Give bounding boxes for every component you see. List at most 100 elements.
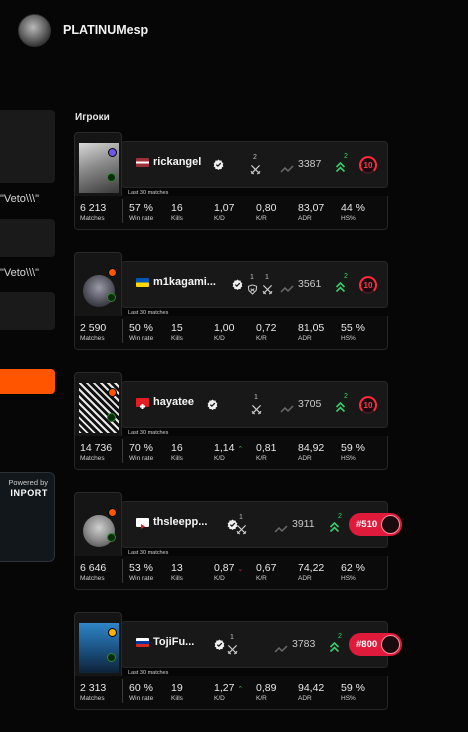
stat-kills: 15 Kills [171,322,183,342]
elo-value: 3561 [298,278,322,290]
stat-hs-value: 55 % [341,322,365,334]
stat-matches-value: 2 313 [80,682,107,694]
powered-by-box[interactable]: Powered by INPORT [0,472,55,562]
player-avatar[interactable] [74,252,122,319]
party-sword-icon [236,522,247,535]
stat-kills-value: 16 [171,202,183,214]
stat-kills-label: Kills [171,335,183,342]
stat-win-rate: 70 % Win rate [129,442,153,462]
stat-hs: 62 % HS% [341,562,365,582]
stat-kd-label: K/D [214,335,225,342]
stats-bar: 14 736 Matches 70 % Win rate 16 Kills 1,14 ⌃ K/… [74,436,388,470]
elo-trend-icon [280,401,294,413]
player-card[interactable]: hayatee 1 3705 2 10 Last 30 matches 14 736 Matc… [74,372,388,470]
stat-hs: 59 % HS% [341,442,365,462]
action-button[interactable] [0,369,55,394]
stats-bar: 2 313 Matches 60 % Win rate 19 Kills 1,27 ⌃ K/D… [74,676,388,710]
party-count: 1 [254,394,258,401]
stat-win-rate: 60 % Win rate [129,682,153,702]
elo-gain-count: 2 [344,393,348,400]
stat-kd-label: K/D [214,695,225,702]
country-flag-icon [136,158,149,167]
player-header[interactable]: rickangel 2 3387 2 10 [121,141,388,188]
stat-kills: 16 Kills [171,442,183,462]
user-avatar[interactable] [18,14,51,47]
stat-win-rate: 53 % Win rate [129,562,153,582]
player-name[interactable]: rickangel [153,156,201,168]
stat-adr-label: ADR [298,575,312,582]
stat-win-rate: 50 % Win rate [129,322,153,342]
trend-up-icon: ⌃ [237,686,244,693]
elo-value: 3705 [298,398,322,410]
stat-kr: 0,81 K/R [256,442,276,462]
player-card[interactable]: TojiFu... 1 3783 2 #800 Last 30 matches 2 313 M… [74,612,402,710]
stat-matches-label: Matches [80,335,105,342]
player-header[interactable]: m1kagami... 1 1 3561 2 10 [121,261,388,308]
player-name[interactable]: thsleepp... [153,516,207,528]
username[interactable]: PLATINUMesp [63,23,148,37]
stat-kr-value: 0,67 [256,562,277,574]
stat-kr: 0,89 K/R [256,682,276,702]
party-sword-icon [227,642,238,655]
player-avatar[interactable] [74,132,122,199]
stat-kd-label: K/D [214,455,225,462]
rank-badge[interactable]: #800 [349,633,402,656]
rank-badge[interactable]: #510 [349,513,402,536]
verified-icon [214,637,225,650]
stat-win-rate-value: 60 % [129,682,153,694]
stat-hs-label: HS% [341,455,356,462]
player-avatar[interactable] [74,612,122,679]
elo-gain-count: 2 [344,273,348,280]
stats-bar: 2 590 Matches 50 % Win rate 15 Kills 1,00 K/D 0,… [74,316,388,350]
player-header[interactable]: thsleepp... 1 3911 2 #510 [121,501,402,548]
stat-kills: 16 Kills [171,202,183,222]
top-bar: PLATINUMesp [0,0,468,60]
elo-gain-count: 2 [338,633,342,640]
party-count: 1 [230,634,234,641]
party-count-2: 1 [265,274,269,281]
player-card[interactable]: thsleepp... 1 3911 2 #510 Last 30 matches 6 64… [74,492,402,590]
stat-adr-label: ADR [298,335,312,342]
stat-adr-value: 83,07 [298,202,325,214]
player-header[interactable]: TojiFu... 1 3783 2 #800 [121,621,402,668]
stat-kills-value: 19 [171,682,183,694]
veto-label-1: "Veto\\\" [0,193,39,205]
stat-hs: 59 % HS% [341,682,365,702]
country-flag-icon [136,278,149,287]
stat-win-rate-label: Win rate [129,335,154,342]
player-card[interactable]: rickangel 2 3387 2 10 Last 30 matches 6 213 Mat… [74,132,388,230]
stats-divider [122,679,123,703]
player-name[interactable]: hayatee [153,396,194,408]
player-card[interactable]: m1kagami... 1 1 3561 2 10 Last 30 matches 2 590… [74,252,388,350]
stat-matches-value: 14 736 [80,442,113,454]
stat-kd: 1,27 ⌃ K/D [214,682,243,702]
player-avatar[interactable] [74,372,122,439]
stat-win-rate-value: 50 % [129,322,153,334]
stat-kd-label: K/D [214,215,225,222]
stat-matches: 14 736 Matches [80,442,112,462]
player-header[interactable]: hayatee 1 3705 2 10 [121,381,388,428]
stat-hs: 44 % HS% [341,202,365,222]
stat-kills-label: Kills [171,695,183,702]
elo-gain-arrow-icon [329,520,340,533]
stat-kr-value: 0,72 [256,322,277,334]
veto-panel-2 [0,219,55,257]
stat-kr-label: K/R [256,215,267,222]
player-avatar[interactable] [74,492,122,559]
elo-gain-arrow-icon [335,160,346,173]
stat-win-rate-label: Win rate [129,215,154,222]
stat-adr-label: ADR [298,695,312,702]
player-name[interactable]: TojiFu... [153,636,194,648]
stat-kd-value: 0,87 ⌄ [214,562,244,574]
stat-adr-value: 74,22 [298,562,325,574]
stat-hs-value: 59 % [341,442,365,454]
shield-icon [107,293,116,302]
elo-value: 3911 [292,518,315,530]
stat-kr-value: 0,81 [256,442,277,454]
stat-kills-value: 16 [171,442,183,454]
stat-matches: 6 213 Matches [80,202,106,222]
veto-panel-3 [0,292,55,330]
player-name[interactable]: m1kagami... [153,276,216,288]
party-count: 1 [239,514,243,521]
rank-text: #510 [356,519,378,530]
